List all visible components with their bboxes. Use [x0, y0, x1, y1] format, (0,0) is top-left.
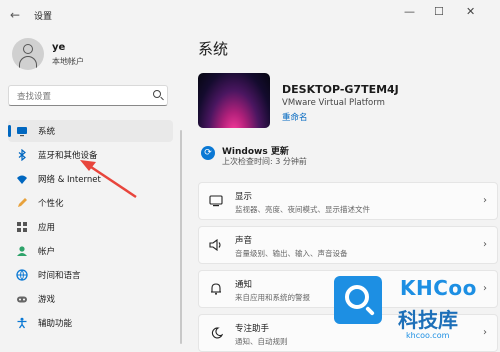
sidebar-item-label: 时间和语言 — [38, 271, 81, 281]
user-icon — [23, 44, 33, 54]
sidebar-item-label: 个性化 — [38, 199, 64, 209]
windows-update-status: 上次检查时间: 3 分钟前 — [222, 157, 307, 166]
sidebar-item-accounts[interactable]: 帐户 — [8, 240, 173, 262]
watermark-brand: KHCoo — [400, 276, 477, 300]
sidebar-item-gaming[interactable]: 游戏 — [8, 288, 173, 310]
chevron-right-icon: › — [483, 239, 487, 250]
back-arrow-icon[interactable]: ← — [10, 8, 20, 22]
title-bar: ← 设置 — ☐ ✕ — [0, 0, 500, 30]
maximize-icon[interactable]: ☐ — [434, 5, 444, 18]
sidebar-item-label: 应用 — [38, 223, 56, 233]
device-name: DESKTOP-G7TEM4J — [282, 83, 399, 96]
sidebar-item-accessibility[interactable]: 辅助功能 — [8, 312, 173, 334]
avatar[interactable] — [12, 38, 44, 70]
settings-card-sound[interactable]: 声音 音量级别、输出、输入、声音设备 › — [198, 226, 498, 264]
settings-card-display[interactable]: 显示 监视器、亮度、夜间模式、显示描述文件 › — [198, 182, 498, 220]
sidebar-item-apps[interactable]: 应用 — [8, 216, 173, 238]
apps-icon — [16, 221, 28, 233]
watermark-logo — [334, 276, 382, 324]
card-subtitle: 监视器、亮度、夜间模式、显示描述文件 — [235, 205, 370, 214]
system-icon — [16, 125, 28, 137]
chevron-right-icon: › — [483, 327, 487, 338]
sidebar-item-label: 网络 & Internet — [38, 175, 101, 185]
card-subtitle: 音量级别、输出、输入、声音设备 — [235, 249, 348, 258]
search-placeholder: 查找设置 — [17, 92, 52, 102]
watermark-url: khcoo.com — [406, 331, 450, 340]
watermark-name: 科技库 — [398, 308, 458, 332]
window-title: 设置 — [34, 12, 53, 22]
accessibility-icon — [16, 317, 28, 329]
sidebar-item-label: 辅助功能 — [38, 319, 73, 329]
desktop-wallpaper-thumbnail — [198, 73, 270, 128]
sidebar-item-network[interactable]: 网络 & Internet — [8, 168, 173, 190]
bell-icon — [209, 283, 223, 295]
rename-link[interactable]: 重命名 — [282, 111, 308, 123]
sidebar-item-time-language[interactable]: 时间和语言 — [8, 264, 173, 286]
wifi-icon — [16, 173, 28, 185]
card-title: 专注助手 — [235, 324, 270, 334]
pen-icon — [16, 197, 28, 209]
minimize-icon[interactable]: — — [404, 5, 415, 18]
card-title: 显示 — [235, 192, 253, 202]
search-icon[interactable] — [153, 90, 161, 98]
close-icon[interactable]: ✕ — [466, 5, 475, 18]
card-title: 声音 — [235, 236, 253, 246]
speaker-icon — [209, 238, 223, 252]
monitor-icon — [209, 195, 223, 207]
gamepad-icon — [16, 293, 28, 305]
moon-icon — [209, 327, 224, 339]
chevron-right-icon: › — [483, 283, 487, 294]
sidebar-item-label: 蓝牙和其他设备 — [38, 151, 98, 161]
sidebar-scrollbar[interactable] — [180, 130, 182, 344]
card-subtitle: 来自应用和系统的警报 — [235, 293, 310, 302]
user-name: ye — [52, 42, 66, 53]
sidebar-item-system[interactable]: 系统 — [8, 120, 173, 142]
sidebar-item-label: 系统 — [38, 127, 56, 137]
search-icon — [345, 285, 369, 309]
account-type: 本地帐户 — [52, 57, 84, 66]
sync-icon: ⟳ — [201, 146, 215, 160]
page-title: 系统 — [198, 40, 229, 58]
sidebar-item-label: 游戏 — [38, 295, 56, 305]
card-subtitle: 通知、自动规则 — [235, 337, 288, 346]
card-title: 通知 — [235, 280, 253, 290]
active-indicator — [8, 125, 11, 137]
globe-icon — [16, 269, 28, 281]
sidebar-item-bluetooth[interactable]: 蓝牙和其他设备 — [8, 144, 173, 166]
search-input[interactable]: 查找设置 — [8, 85, 168, 106]
chevron-right-icon: › — [483, 195, 487, 206]
device-platform: VMware Virtual Platform — [282, 98, 385, 108]
account-icon — [16, 245, 28, 257]
bluetooth-icon — [16, 148, 28, 162]
sidebar-item-personalization[interactable]: 个性化 — [8, 192, 173, 214]
sidebar-item-label: 帐户 — [38, 247, 56, 257]
